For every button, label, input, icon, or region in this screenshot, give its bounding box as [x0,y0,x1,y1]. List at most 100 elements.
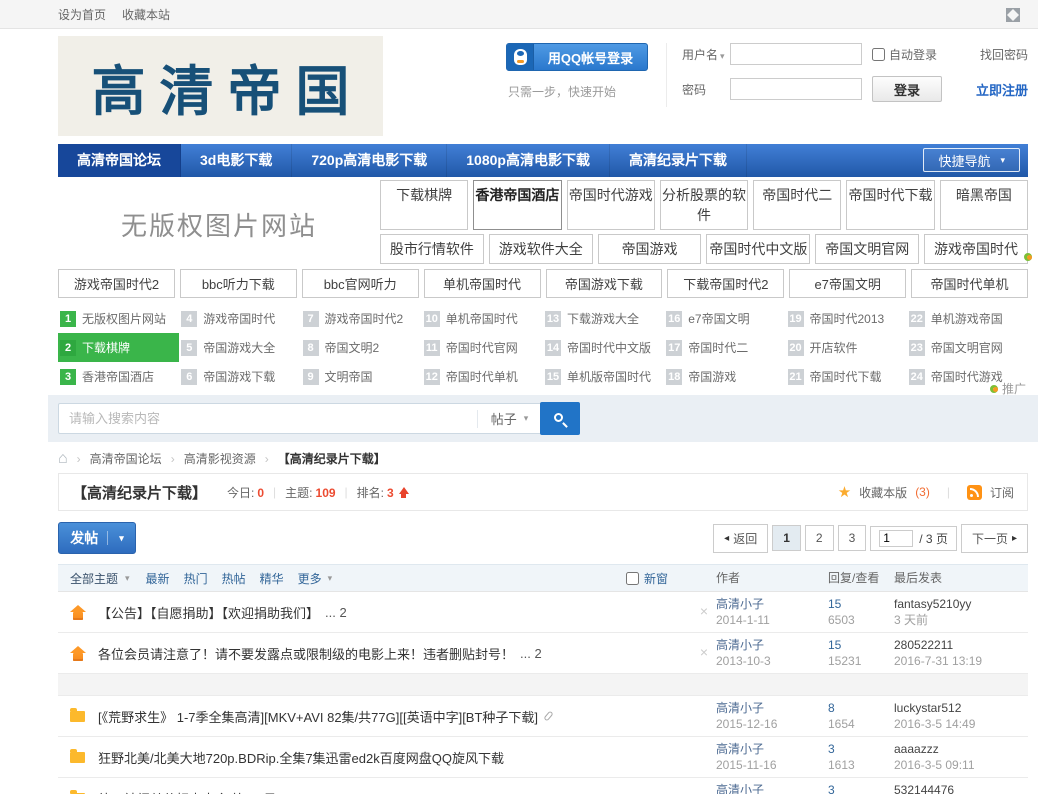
auto-login-checkbox[interactable] [872,48,885,61]
thread-title[interactable]: [《荒野求生》 1-7季全集高清][MKV+AVI 82集/共77G][[英语中… [98,707,538,726]
ranked-link-6[interactable]: 6帝国游戏下载 [179,362,300,391]
thread-author[interactable]: 高清小子 [716,596,828,612]
reply-count[interactable]: 15 [828,637,894,653]
ad-link[interactable]: 游戏帝国时代2 [58,269,175,298]
ad-link[interactable]: bbc听力下载 [180,269,297,298]
ranked-link-15[interactable]: 15单机版帝国时代 [543,362,664,391]
subscribe-link[interactable]: 订阅 [990,484,1014,501]
ranked-link-10[interactable]: 10单机帝国时代 [422,304,543,333]
site-logo[interactable]: 高清帝国 [58,36,383,136]
ad-link[interactable]: 下载棋牌 [380,180,468,230]
page-button-2[interactable]: 2 [805,525,834,551]
filter-link-2[interactable]: 热帖 [222,572,246,586]
ad-link[interactable]: 暗黑帝国 [940,180,1028,230]
filter-link-0[interactable]: 最新 [146,572,170,586]
breadcrumb-item-2[interactable]: 【高清纪录片下载】 [278,450,386,467]
quick-nav-button[interactable]: 快捷导航▾ [923,148,1020,172]
reply-count[interactable]: 8 [828,700,894,716]
ad-link[interactable]: 下载帝国时代2 [667,269,784,298]
ad-link[interactable]: bbc官网听力 [302,269,419,298]
new-window-checkbox[interactable] [626,572,639,585]
last-poster[interactable]: 532144476 [894,782,1028,794]
search-button[interactable] [540,402,580,435]
ranked-link-11[interactable]: 11帝国时代官网 [422,333,543,362]
rss-icon[interactable] [967,485,982,500]
register-link[interactable]: 立即注册 [976,80,1028,99]
ad-link[interactable]: 分析股票的软件 [660,180,748,230]
ad-link[interactable]: 单机帝国时代 [424,269,541,298]
ad-link[interactable]: 股市行情软件 [380,234,484,264]
ad-link[interactable]: 游戏帝国时代 [924,234,1028,264]
search-type-dropdown[interactable]: 帖子▾ [477,410,541,428]
ad-link[interactable]: 香港帝国酒店 [473,180,561,230]
ranked-link-16[interactable]: 16e7帝国文明 [664,304,785,333]
nav-item-4[interactable]: 高清纪录片下载 [610,144,747,177]
search-input[interactable] [59,404,477,433]
more-dropdown[interactable]: 更多▾ [298,570,333,587]
filter-link-3[interactable]: 精华 [260,572,284,586]
ad-link[interactable]: 帝国时代中文版 [706,234,810,264]
ad-link[interactable]: 帝国游戏下载 [546,269,663,298]
last-poster[interactable]: 280522211 [894,637,1028,653]
home-icon[interactable]: ⌂ [58,453,68,465]
new-post-button[interactable]: 发帖▾ [58,522,136,554]
thread-author[interactable]: 高清小子 [716,782,828,794]
ranked-link-12[interactable]: 12帝国时代单机 [422,362,543,391]
reply-count[interactable]: 15 [828,596,894,612]
fullscreen-icon[interactable] [1006,8,1020,22]
thread-author[interactable]: 高清小子 [716,741,828,757]
ranked-link-20[interactable]: 20开店软件 [786,333,907,362]
last-poster[interactable]: aaaazzz [894,741,1028,757]
next-page-button[interactable]: 下一页▸ [961,524,1028,553]
ad-big-link[interactable]: 无版权图片网站 [58,180,380,268]
new-window-label[interactable]: 新窗 [644,570,668,587]
username-field[interactable] [730,43,862,65]
ranked-link-8[interactable]: 8帝国文明2 [301,333,422,362]
ad-link[interactable]: 帝国时代二 [753,180,841,230]
page-button-3[interactable]: 3 [838,525,867,551]
thread-pages-link[interactable]: ... 2 [520,646,542,661]
password-field[interactable] [730,78,862,100]
topbar-link-0[interactable]: 设为首页 [58,6,106,23]
find-password-link[interactable]: 找回密码 [980,46,1028,63]
thread-author[interactable]: 高清小子 [716,700,828,716]
reply-count[interactable]: 3 [828,741,894,757]
ranked-link-18[interactable]: 18帝国游戏 [664,362,785,391]
ad-link[interactable]: 帝国文明官网 [815,234,919,264]
ad-link[interactable]: e7帝国文明 [789,269,906,298]
ranked-link-4[interactable]: 4游戏帝国时代 [179,304,300,333]
close-icon[interactable]: × [700,644,708,660]
ranked-link-5[interactable]: 5帝国游戏大全 [179,333,300,362]
filter-link-1[interactable]: 热门 [184,572,208,586]
nav-item-2[interactable]: 720p高清电影下载 [292,144,447,177]
thread-title[interactable]: 德云社纲丝节相声大会.第1-3日.2015.HD720P.X264.AAC.Ma… [98,789,511,794]
thread-author[interactable]: 高清小子 [716,637,828,653]
ranked-link-13[interactable]: 13下载游戏大全 [543,304,664,333]
ad-link[interactable]: 游戏软件大全 [489,234,593,264]
ranked-link-23[interactable]: 23帝国文明官网 [907,333,1028,362]
ad-link[interactable]: 帝国游戏 [598,234,702,264]
nav-item-1[interactable]: 3d电影下载 [181,144,292,177]
nav-item-0[interactable]: 高清帝国论坛 [58,144,181,177]
page-button-1[interactable]: 1 [772,525,801,551]
last-poster[interactable]: fantasy5210yy [894,596,1028,612]
ranked-link-2[interactable]: 2下载棋牌 [58,333,179,362]
thread-pages-link[interactable]: ... 2 [325,605,347,620]
breadcrumb-item-1[interactable]: 高清影视资源 [184,450,256,467]
reply-count[interactable]: 3 [828,782,894,794]
ranked-link-9[interactable]: 9文明帝国 [301,362,422,391]
ranked-link-21[interactable]: 21帝国时代下载 [786,362,907,391]
breadcrumb-item-0[interactable]: 高清帝国论坛 [90,450,162,467]
login-button[interactable]: 登录 [872,76,942,102]
ranked-link-7[interactable]: 7游戏帝国时代2 [301,304,422,333]
ad-link[interactable]: 帝国时代游戏 [567,180,655,230]
ranked-link-22[interactable]: 22单机游戏帝国 [907,304,1028,333]
sort-dropdown[interactable]: 全部主题▾ [70,570,130,587]
close-icon[interactable]: × [700,603,708,619]
ranked-link-17[interactable]: 17帝国时代二 [664,333,785,362]
ad-link[interactable]: 帝国时代单机 [911,269,1028,298]
thread-title[interactable]: 【公告】【自愿捐助】【欢迎捐助我们】 [98,603,319,622]
ad-link[interactable]: 帝国时代下载 [846,180,934,230]
thread-title[interactable]: 狂野北美/北美大地720p.BDRip.全集7集迅雷ed2k百度网盘QQ旋风下载 [98,748,504,767]
favorite-link[interactable]: 收藏本版 [859,484,907,501]
